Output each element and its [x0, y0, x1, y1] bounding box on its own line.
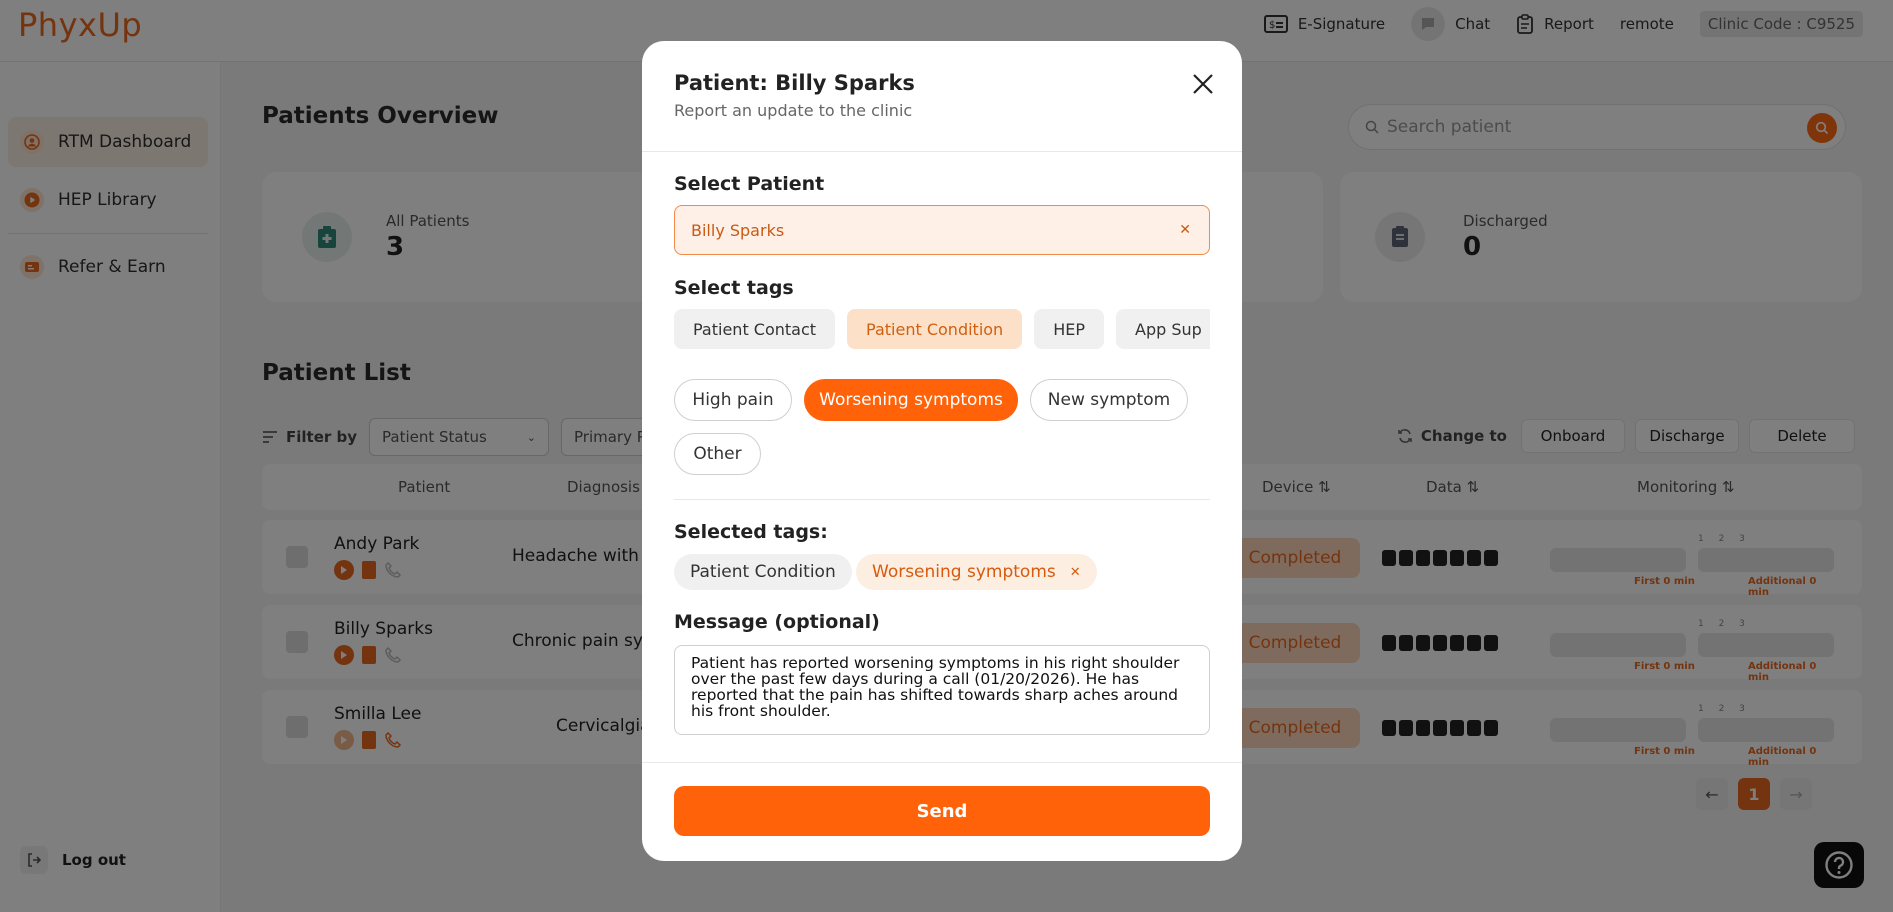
- tab-hep[interactable]: HEP: [1034, 309, 1104, 349]
- send-button[interactable]: Send: [674, 786, 1210, 836]
- selected-patient-value: Billy Sparks: [691, 220, 785, 240]
- modal-subtitle: Report an update to the clinic: [674, 101, 913, 120]
- chip-worsening-symptoms[interactable]: Worsening symptoms: [804, 379, 1018, 421]
- select-patient-label: Select Patient: [674, 173, 825, 195]
- message-label: Message (optional): [674, 611, 880, 633]
- modal-footer-divider: [642, 762, 1242, 763]
- selected-tag-label: Worsening symptoms: [872, 562, 1056, 582]
- chip-new-symptom[interactable]: New symptom: [1030, 379, 1188, 421]
- selected-tag-removable[interactable]: Worsening symptoms ✕: [856, 554, 1097, 590]
- section-divider: [674, 499, 1210, 500]
- clear-icon[interactable]: ✕: [1179, 222, 1191, 238]
- report-update-modal: Patient: Billy Sparks Report an update t…: [642, 41, 1242, 861]
- remove-icon[interactable]: ✕: [1070, 565, 1081, 580]
- tab-app-support[interactable]: App Sup: [1116, 309, 1210, 349]
- selected-tag: Patient Condition: [674, 554, 852, 590]
- message-textarea[interactable]: Patient has reported worsening symptoms …: [674, 645, 1210, 735]
- tag-category-tabs: Patient Contact Patient Condition HEP Ap…: [674, 309, 1210, 351]
- chip-high-pain[interactable]: High pain: [674, 379, 792, 421]
- patient-select[interactable]: Billy Sparks ✕: [674, 205, 1210, 255]
- modal-title: Patient: Billy Sparks: [674, 71, 915, 95]
- select-tags-label: Select tags: [674, 277, 794, 299]
- tab-patient-condition[interactable]: Patient Condition: [847, 309, 1023, 349]
- modal-divider: [642, 151, 1242, 152]
- tab-patient-contact[interactable]: Patient Contact: [674, 309, 836, 349]
- close-icon[interactable]: [1188, 69, 1218, 99]
- chip-other[interactable]: Other: [674, 433, 761, 475]
- selected-tags-label: Selected tags:: [674, 521, 828, 543]
